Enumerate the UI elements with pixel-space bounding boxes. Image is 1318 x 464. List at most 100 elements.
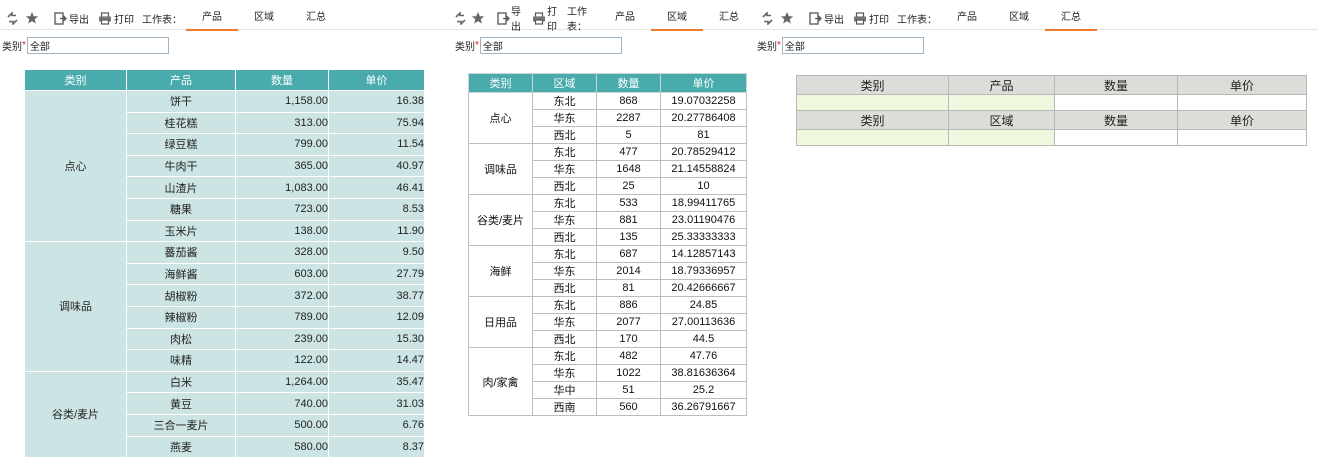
price-cell: 18.79336957	[660, 262, 747, 280]
header-category: 类别	[796, 110, 949, 130]
tab-region[interactable]: 区域	[238, 6, 290, 30]
quantity-cell	[1054, 94, 1178, 111]
quantity-cell: 51	[596, 381, 661, 399]
export-icon	[52, 10, 68, 26]
quantity-cell: 580.00	[235, 435, 329, 459]
category-filter-input[interactable]	[26, 37, 169, 54]
worksheet-label: 工作表：	[142, 14, 182, 26]
star-icon[interactable]	[24, 10, 40, 26]
header-region: 区域	[948, 110, 1055, 130]
quantity-cell: 1022	[596, 364, 661, 382]
table-row: 肉/家禽 东北 482 47.76	[468, 347, 747, 416]
region-cell: 西南	[532, 398, 597, 416]
star-icon[interactable]	[471, 10, 485, 26]
export-button[interactable]: 导出	[497, 3, 524, 33]
summary-region-row	[796, 129, 1307, 146]
category-filter-input[interactable]	[479, 37, 622, 54]
region-cell: 东北	[532, 347, 597, 365]
category-cell: 日用品	[468, 296, 533, 348]
product-cell: 肉松	[126, 327, 236, 351]
category-cell[interactable]	[796, 129, 949, 146]
sheet-tabs: 产品 区域 汇总	[186, 6, 342, 31]
product-cell: 桂花糕	[126, 111, 236, 135]
quantity-cell: 799.00	[235, 133, 329, 156]
worksheet-label: 工作表：	[897, 14, 937, 26]
price-cell: 25.2	[660, 381, 747, 399]
tab-region[interactable]: 区域	[993, 6, 1045, 30]
print-button[interactable]: 打印	[532, 3, 559, 33]
tab-summary[interactable]: 汇总	[1045, 6, 1097, 31]
price-cell: 11.90	[328, 219, 425, 243]
print-icon	[852, 10, 868, 26]
product-cell: 玉米片	[126, 219, 236, 243]
header-price: 单价	[1177, 75, 1307, 95]
category-cell: 调味品	[468, 143, 533, 195]
product-cell[interactable]	[948, 94, 1055, 111]
export-icon	[497, 10, 510, 26]
export-button[interactable]: 导出	[52, 10, 89, 26]
price-cell: 38.77	[328, 284, 425, 307]
price-cell: 9.50	[328, 241, 425, 264]
product-cell: 味精	[126, 349, 236, 372]
quantity-cell: 723.00	[235, 197, 329, 221]
header-quantity: 数量	[1054, 75, 1178, 95]
tab-summary[interactable]: 汇总	[703, 6, 755, 30]
tab-region[interactable]: 区域	[651, 6, 703, 31]
quantity-cell: 365.00	[235, 154, 329, 178]
tab-product[interactable]: 产品	[941, 6, 993, 30]
export-button[interactable]: 导出	[807, 10, 844, 26]
price-cell: 14.47	[328, 349, 425, 372]
region-cell: 西北	[532, 177, 597, 195]
region-cell: 华东	[532, 364, 597, 382]
category-filter-input[interactable]	[781, 37, 924, 54]
category-cell: 调味品	[24, 241, 127, 372]
refresh-icon[interactable]	[4, 10, 20, 26]
price-cell	[1177, 94, 1307, 111]
category-cell: 海鲜	[468, 245, 533, 297]
export-label: 导出	[824, 14, 844, 26]
summary-product-header: 类别 产品 数量 单价	[796, 75, 1307, 95]
print-button[interactable]: 打印	[852, 10, 889, 26]
price-cell: 8.53	[328, 197, 425, 221]
quantity-cell: 313.00	[235, 111, 329, 135]
table-row: 日用品 东北 886 24.85	[468, 296, 747, 348]
price-cell: 12.09	[328, 305, 425, 329]
quantity-cell: 477	[596, 143, 661, 161]
tab-summary[interactable]: 汇总	[290, 6, 342, 30]
price-cell	[1177, 129, 1307, 146]
quantity-cell: 533	[596, 194, 661, 212]
print-button[interactable]: 打印	[97, 10, 134, 26]
price-cell: 36.26791667	[660, 398, 747, 416]
summary-region-table: 类别 区域 数量 单价	[796, 110, 1307, 146]
refresh-icon[interactable]	[759, 10, 775, 26]
quantity-cell: 239.00	[235, 327, 329, 351]
category-cell: 点心	[468, 92, 533, 144]
region-cell: 东北	[532, 143, 597, 161]
product-cell: 海鲜酱	[126, 262, 236, 286]
quantity-cell: 868	[596, 92, 661, 110]
star-icon[interactable]	[779, 10, 795, 26]
region-cell: 华东	[532, 313, 597, 331]
price-cell: 81	[660, 126, 747, 144]
category-cell[interactable]	[796, 94, 949, 111]
tab-product[interactable]: 产品	[186, 6, 238, 31]
region-cell: 东北	[532, 245, 597, 263]
region-table-header: 类别 区域 数量 单价	[468, 73, 747, 93]
price-cell: 44.5	[660, 330, 747, 348]
summary-product-row	[796, 94, 1307, 111]
quantity-cell: 1,158.00	[235, 90, 329, 113]
category-cell: 肉/家禽	[468, 347, 533, 416]
price-cell: 20.27786408	[660, 109, 747, 127]
region-cell: 东北	[532, 92, 597, 110]
region-cell[interactable]	[948, 129, 1055, 146]
region-cell: 东北	[532, 296, 597, 314]
region-cell: 西北	[532, 228, 597, 246]
region-cell: 东北	[532, 194, 597, 212]
product-cell: 胡椒粉	[126, 284, 236, 307]
tab-product[interactable]: 产品	[599, 6, 651, 30]
refresh-icon[interactable]	[454, 10, 467, 26]
category-cell: 谷类/麦片	[24, 370, 127, 459]
price-cell: 27.00113636	[660, 313, 747, 331]
export-icon	[807, 10, 823, 26]
product-cell: 三合一麦片	[126, 413, 236, 437]
